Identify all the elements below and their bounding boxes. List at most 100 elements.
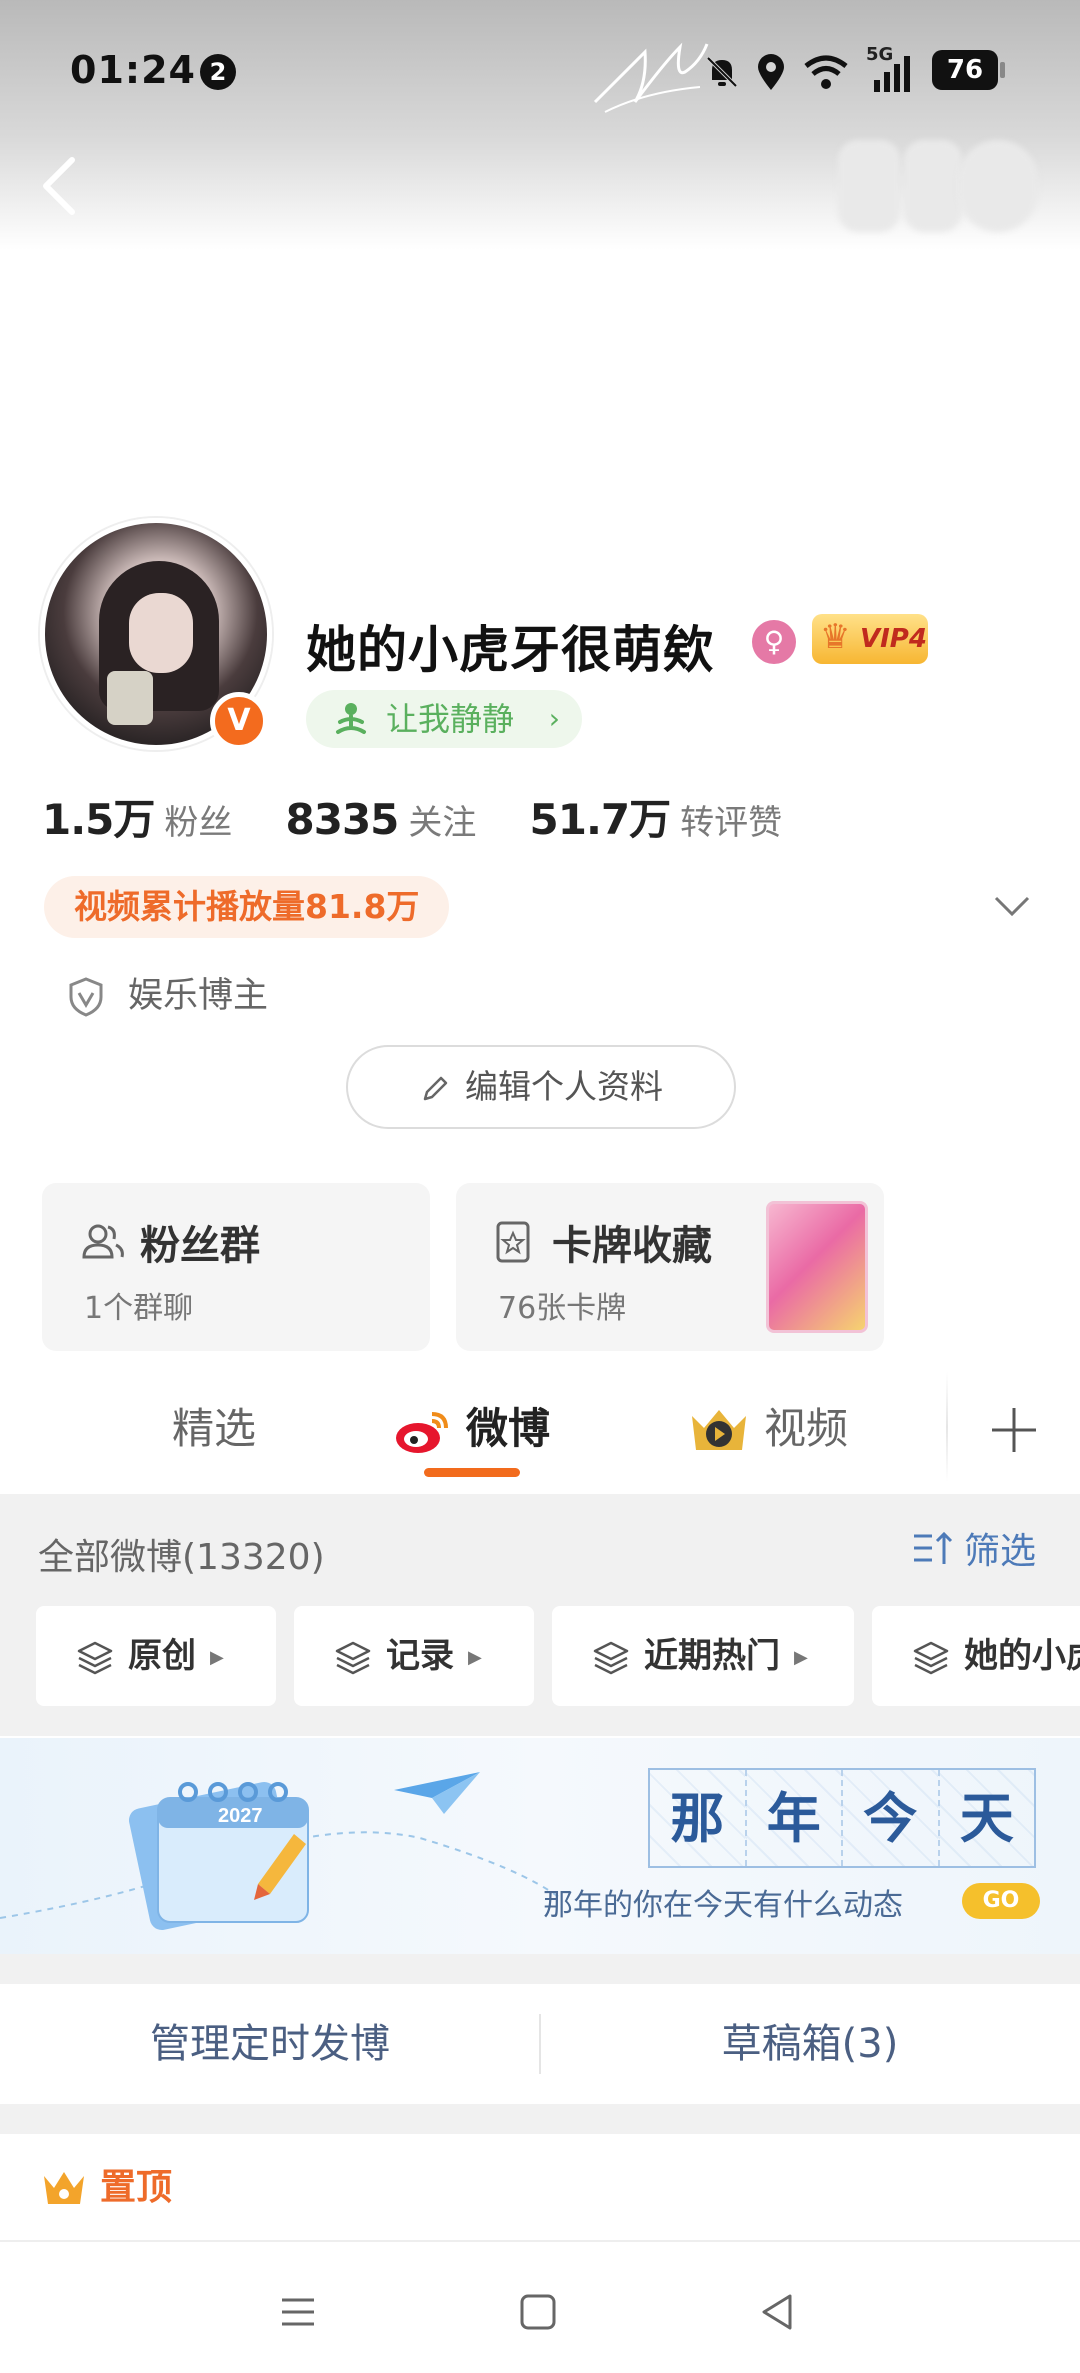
card-thumbnail: [766, 1201, 868, 1333]
fans-group-subtitle: 1个群聊: [84, 1291, 194, 1326]
caret-right-icon: ▶: [468, 1646, 482, 1668]
tab-divider: [946, 1372, 948, 1482]
paper-plane-icon: [394, 1772, 480, 1814]
tab-label: 视频: [764, 1404, 849, 1453]
profile-stats: 1.5万 粉丝 8335 关注 51.7万 转评赞: [42, 786, 830, 846]
profile-page: { "status_bar": { "time": "01:24", "noti…: [0, 0, 1080, 2373]
video-plays-badge: 视频累计播放量81.8万: [44, 876, 450, 938]
filter-chip-custom[interactable]: 她的小虎: [872, 1606, 1080, 1706]
stat-label: 粉丝: [164, 803, 233, 843]
stat-following[interactable]: 8335 关注: [286, 795, 477, 844]
pencil-icon: [423, 1076, 448, 1100]
back-arrow-icon[interactable]: [34, 150, 94, 222]
title-char: 今: [843, 1770, 940, 1866]
filter-label: 筛选: [964, 1531, 1037, 1572]
filter-chip-record[interactable]: 记录 ▶: [294, 1606, 534, 1706]
title-char: 那: [650, 1770, 747, 1866]
fans-group-card[interactable]: 粉丝群 1个群聊: [42, 1183, 430, 1351]
user-status-text: 让我静静: [386, 700, 515, 738]
edit-profile-button[interactable]: 编辑个人资料: [346, 1045, 736, 1129]
calendar-year: 2027: [218, 1805, 263, 1827]
chip-label: 她的小虎: [964, 1636, 1080, 1676]
stat-value: 8335: [285, 795, 400, 844]
edit-profile-label: 编辑个人资料: [465, 1067, 663, 1106]
layers-icon: [593, 1641, 629, 1674]
stat-fans[interactable]: 1.5万 粉丝: [42, 786, 232, 847]
title-char: 年: [746, 1770, 843, 1866]
weibo-logo-icon: [396, 1411, 448, 1453]
shield-icon: [69, 977, 103, 1017]
card-collection-title: 卡牌收藏: [552, 1223, 712, 1269]
on-this-day-subtitle: 那年的你在今天有什么动态: [543, 1888, 903, 1923]
female-gender-icon: ♀: [752, 620, 796, 664]
system-navigation-bar: [0, 2242, 1080, 2373]
layers-icon: [913, 1641, 949, 1674]
video-crown-icon: [692, 1409, 746, 1450]
drafts-button[interactable]: 草稿箱(3): [540, 1984, 1080, 2104]
calendar-icon: 2027: [128, 1781, 309, 1931]
crown-icon: [44, 2172, 84, 2204]
active-tab-indicator: [424, 1468, 520, 1477]
on-this-day-title: 那 年 今 天: [648, 1768, 1036, 1868]
card-collection-icon: [496, 1221, 530, 1263]
card-collection-subtitle: 76张卡牌: [498, 1291, 627, 1326]
creator-tag-label: 娱乐博主: [128, 976, 269, 1016]
avatar-cup: [107, 671, 153, 725]
back-triangle-icon[interactable]: [754, 2288, 802, 2336]
go-button[interactable]: GO: [962, 1883, 1040, 1919]
signal-icon: [874, 56, 910, 92]
section-gap: [0, 1954, 1080, 1984]
notification-count-badge: 2: [200, 54, 236, 90]
filter-button[interactable]: 筛选: [912, 1522, 1036, 1574]
stat-label: 关注: [408, 803, 477, 843]
tab-weibo[interactable]: 微博: [392, 1394, 550, 1464]
filter-chip-original[interactable]: 原创 ▶: [36, 1606, 276, 1706]
wifi-icon: [804, 55, 848, 89]
filter-chip-trending[interactable]: 近期热门 ▶: [552, 1606, 854, 1706]
avatar-face: [129, 593, 193, 673]
header-action-buttons[interactable]: [838, 140, 1038, 232]
meditation-person-icon: [336, 703, 366, 734]
profile-tabs: 精选 微博 视频: [0, 1372, 1080, 1492]
home-square-icon[interactable]: [514, 2288, 562, 2336]
group-people-icon: [82, 1224, 124, 1259]
creator-tag[interactable]: 娱乐博主: [66, 968, 268, 1024]
stat-value: 51.7万: [529, 795, 672, 844]
scheduled-posts-button[interactable]: 管理定时发博: [0, 1984, 540, 2104]
battery-indicator: 76: [932, 50, 1005, 90]
add-tab-plus-icon[interactable]: [986, 1402, 1042, 1458]
chevron-down-icon[interactable]: [990, 888, 1034, 924]
user-status-pill[interactable]: 让我静静 ›: [306, 690, 582, 748]
chip-label: 原创: [128, 1636, 196, 1676]
pinned-label: 置顶: [100, 2167, 173, 2208]
section-gap: [0, 2104, 1080, 2134]
verified-badge: V: [210, 692, 268, 750]
status-bar: 01:24 2 5G 76: [0, 38, 1080, 113]
layers-icon: [77, 1641, 113, 1674]
username: 她的小虎牙很萌欸: [306, 621, 714, 679]
chevron-right-icon: ›: [548, 702, 560, 735]
caret-right-icon: ▶: [794, 1646, 808, 1668]
tab-featured[interactable]: 精选: [172, 1394, 256, 1464]
tab-video[interactable]: 视频: [688, 1394, 848, 1464]
menu-recents-icon[interactable]: [274, 2288, 322, 2336]
tab-label: 精选: [172, 1404, 257, 1453]
card-collection-card[interactable]: 卡牌收藏 76张卡牌: [456, 1183, 884, 1351]
status-time: 01:24: [70, 48, 196, 92]
mute-bell-icon: [706, 56, 738, 88]
signature-watermark-icon: [593, 42, 709, 113]
post-management-bar: 管理定时发博 草稿箱(3): [0, 1984, 1080, 2104]
filter-sort-icon: [914, 1531, 953, 1564]
location-icon: [758, 54, 784, 90]
stat-value: 1.5万: [42, 795, 155, 844]
tab-label: 微博: [466, 1404, 551, 1453]
on-this-day-banner[interactable]: 2027 那 年 今 天 那年的你在今天有什么动态 GO: [0, 1738, 1080, 1954]
weibo-count: 全部微博(13320): [38, 1537, 325, 1578]
pinned-section-header: 置顶: [40, 2158, 172, 2218]
title-char: 天: [939, 1770, 1034, 1866]
vip-badge[interactable]: VIP4: [812, 612, 928, 664]
caret-right-icon: ▶: [210, 1646, 224, 1668]
chip-label: 记录: [386, 1636, 454, 1676]
chip-label: 近期热门: [644, 1636, 780, 1676]
stat-interactions[interactable]: 51.7万 转评赞: [530, 786, 783, 847]
